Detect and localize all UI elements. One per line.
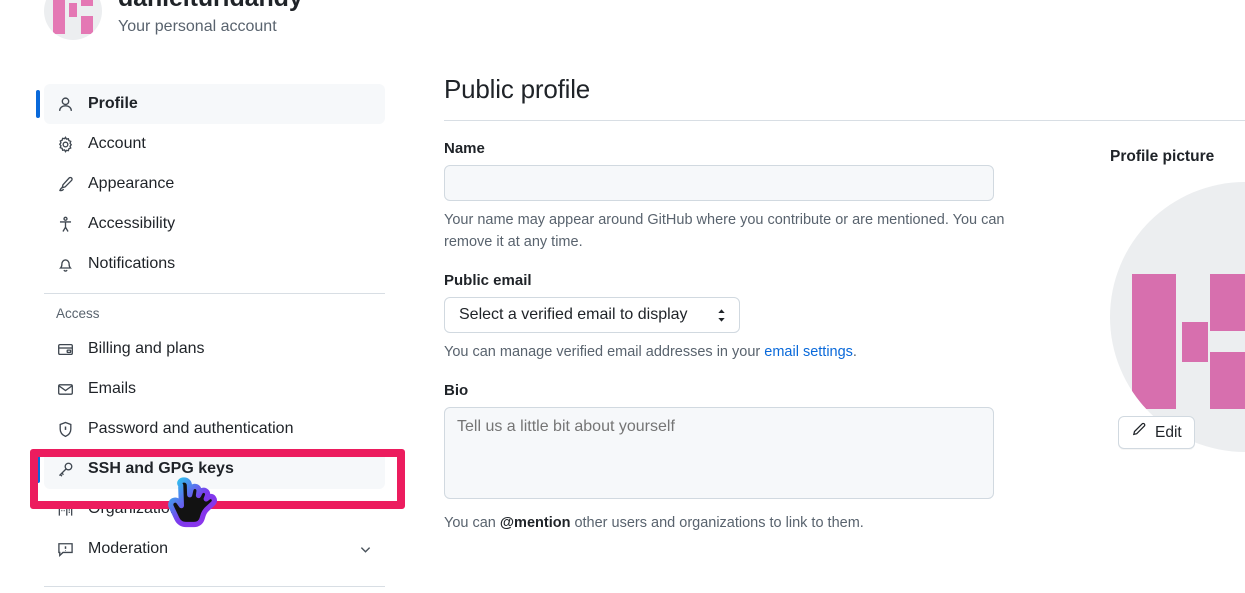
identicon-avatar-large[interactable] [1110,182,1245,452]
paintbrush-icon [56,175,74,193]
profile-picture-wrapper: Edit [1110,182,1245,452]
sidebar-item-ssh-and-gpg-keys[interactable]: SSH and GPG keys [36,449,385,489]
sidebar-item-label: Appearance [88,175,175,192]
sidebar-item-label: Moderation [88,540,169,557]
avatar [44,0,102,40]
sidebar-item-profile[interactable]: Profile [36,84,385,124]
sidebar-item-label: Notifications [88,255,176,272]
sort-caret-icon [716,307,727,324]
name-field-label: Name [444,140,485,157]
organization-icon [56,500,74,518]
sidebar-item-label: Password and authentication [88,420,294,437]
account-username: danielturidandy [118,0,303,13]
bio-help-prefix: You can [444,515,500,531]
settings-sidebar: Profile Account Appearance Accessibility… [36,84,385,569]
mail-icon [56,380,74,398]
sidebar-item-emails[interactable]: Emails [44,369,385,409]
name-help-text: Your name may appear around GitHub where… [444,212,1005,250]
public-email-label: Public email [444,272,532,289]
public-email-help-prefix: You can manage verified email addresses … [444,344,765,360]
sidebar-item-label: Profile [88,95,138,112]
sidebar-item-billing-and-plans[interactable]: Billing and plans [44,329,385,369]
sidebar-item-password-and-authentication[interactable]: Password and authentication [44,409,385,449]
settings-page: danielturidandy Your personal account Pr… [0,0,1245,593]
title-divider [444,120,1245,121]
sidebar-item-organizations[interactable]: Organizations [44,489,385,529]
bio-textarea[interactable] [444,407,994,499]
person-icon [56,95,74,113]
profile-picture-label: Profile picture [1110,148,1215,165]
sidebar-item-label: SSH and GPG keys [88,460,234,477]
sidebar-divider [44,293,385,294]
bio-help-text: You can @mention other users and organiz… [444,512,1029,534]
main-content: Public profile Name Your name may appear… [444,72,1245,534]
bio-help-mention: @mention [499,515,571,531]
edit-avatar-button[interactable]: Edit [1118,416,1195,449]
sidebar-item-account[interactable]: Account [44,124,385,164]
profile-picture-section: Profile picture Edit [1110,148,1245,452]
chevron-down-icon[interactable] [358,542,373,557]
account-subtitle: Your personal account [118,18,277,35]
email-settings-link[interactable]: email settings [764,344,853,360]
edit-avatar-label: Edit [1155,423,1182,441]
sidebar-item-notifications[interactable]: Notifications [44,244,385,284]
gear-icon [56,135,74,153]
sidebar-item-label: Account [88,135,146,152]
sidebar-item-label: Accessibility [88,215,176,232]
bio-help-suffix: other users and organizations to link to… [570,515,864,531]
sidebar-item-accessibility[interactable]: Accessibility [44,204,385,244]
sidebar-item-appearance[interactable]: Appearance [44,164,385,204]
pencil-icon [1131,422,1147,443]
public-email-selected-value: Select a verified email to display [459,306,688,323]
public-email-select[interactable]: Select a verified email to display [444,297,740,333]
account-text: danielturidandy Your personal account [118,0,303,39]
report-icon [56,540,74,558]
public-email-help-text: You can manage verified email addresses … [444,341,1029,363]
sidebar-item-label: Emails [88,380,137,397]
page-title: Public profile [444,74,591,104]
sidebar-section-title-access: Access [56,306,100,321]
sidebar-item-label: Organizations [88,500,187,517]
bell-icon [56,255,74,273]
bio-label: Bio [444,382,469,399]
shield-lock-icon [56,420,74,438]
key-icon [56,460,74,478]
sidebar-bottom-divider [44,586,385,587]
name-input[interactable] [444,165,994,201]
public-email-help-suffix: . [852,344,857,360]
accessibility-icon [56,215,74,233]
sidebar-item-label: Billing and plans [88,340,205,357]
sidebar-item-moderation[interactable]: Moderation [44,529,385,569]
credit-card-icon [56,340,74,358]
account-header: danielturidandy Your personal account [44,0,303,40]
